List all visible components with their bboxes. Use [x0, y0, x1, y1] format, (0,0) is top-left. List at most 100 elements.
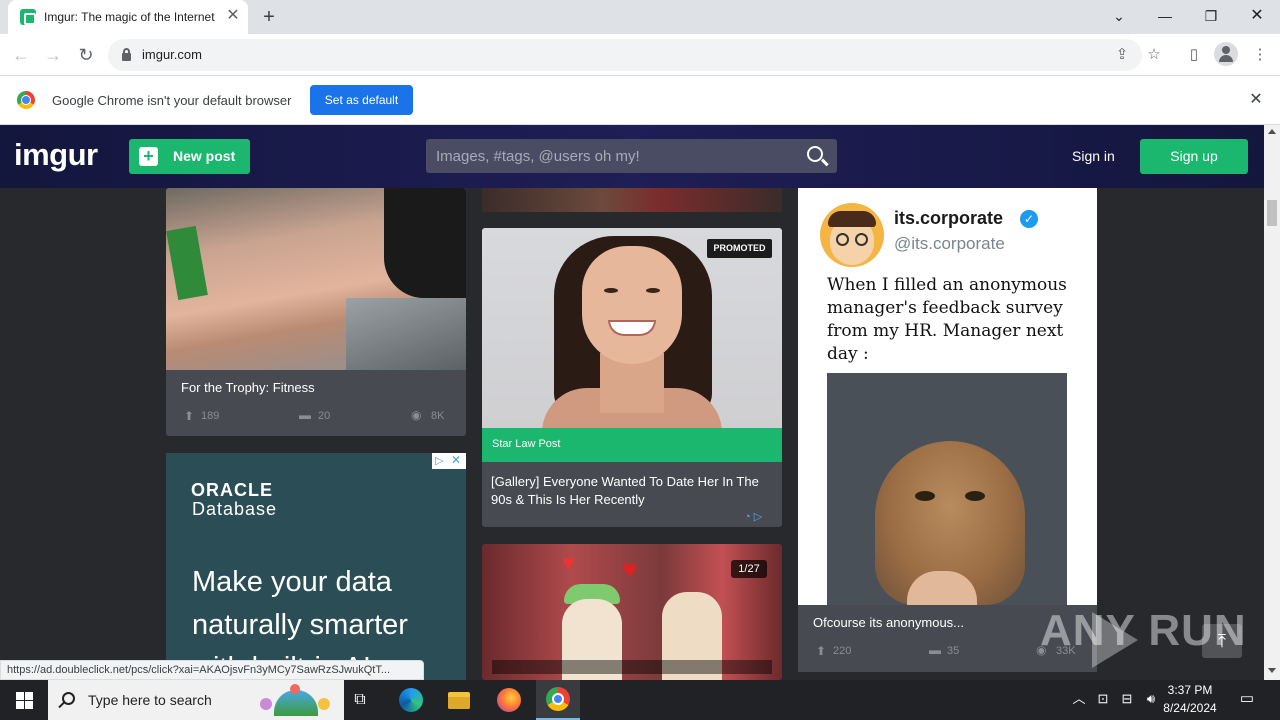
oracle-ad[interactable]: ▷ ✕ ORACLE Database Make your data natur… [166, 453, 466, 684]
sign-in-link[interactable]: Sign in [1072, 148, 1115, 164]
chrome-taskbar-icon[interactable] [536, 680, 580, 720]
sponsor-name[interactable]: Star Law Post [492, 438, 560, 450]
search-placeholder: Images, #tags, @users oh my! [436, 148, 640, 165]
reload-icon[interactable]: ↻ [73, 42, 99, 68]
tray-device-icon[interactable]: ⊡ [1094, 690, 1112, 708]
minimize-button[interactable]: — [1150, 4, 1180, 28]
scroll-down-arrow-icon[interactable] [1268, 668, 1276, 673]
promoted-image[interactable] [482, 228, 782, 433]
video-caption-bar [492, 660, 772, 674]
image-detail [552, 693, 564, 705]
windows-taskbar: Type here to search ⧉ ︿ ⊡ ⊟ 🔊︎ 3:37 PM 8… [0, 680, 1280, 720]
clock-date[interactable]: 8/24/2024 [1160, 701, 1220, 715]
post-image[interactable] [482, 188, 782, 212]
new-post-button[interactable]: + New post [129, 139, 250, 174]
profile-avatar-icon[interactable] [1214, 42, 1238, 66]
address-bar[interactable]: imgur.com [108, 39, 1142, 71]
promoted-title[interactable]: [Gallery] Everyone Wanted To Date Her In… [491, 473, 771, 509]
browser-tab[interactable]: Imgur: The magic of the Internet ✕ [8, 0, 248, 34]
tweet-image[interactable]: its.corporate ✓ @its.corporate When I fi… [798, 188, 1097, 605]
image-detail [608, 320, 656, 336]
scroll-to-top-button[interactable]: ⤒ [1202, 624, 1242, 658]
clock-time[interactable]: 3:37 PM [1160, 683, 1220, 697]
new-post-label: New post [173, 148, 236, 164]
imgur-favicon-icon [20, 9, 36, 25]
scroll-up-arrow-icon[interactable] [1268, 129, 1276, 134]
image-detail [399, 688, 423, 712]
upvote-count: 220 [833, 645, 852, 657]
image-detail [828, 211, 876, 227]
edge-icon[interactable] [390, 684, 430, 716]
tray-chevron-up-icon[interactable]: ︿ [1070, 690, 1088, 708]
menu-kebab-icon[interactable]: ⋮ [1248, 43, 1272, 67]
search-icon[interactable] [807, 146, 823, 162]
new-tab-button[interactable]: + [258, 6, 280, 28]
lock-icon[interactable] [122, 48, 131, 61]
scroll-thumb[interactable] [1267, 200, 1277, 226]
back-arrow-icon[interactable]: ← [8, 42, 34, 68]
post-title[interactable]: Ofcourse its anonymous... [813, 615, 964, 630]
post-card-valentine[interactable]: ♥ ♥ 1/27 [482, 544, 782, 680]
share-icon[interactable]: ⇪ [1110, 43, 1134, 67]
forward-arrow-icon[interactable]: → [40, 42, 66, 68]
file-explorer-icon[interactable] [438, 684, 478, 716]
tab-search-chevron-icon[interactable]: ⌄ [1104, 4, 1134, 28]
image-detail [546, 687, 570, 711]
plus-icon: + [139, 147, 158, 166]
side-panel-icon[interactable]: ▯ [1182, 43, 1206, 67]
sponsor-bar[interactable]: Star Law Post [482, 428, 782, 462]
ad-choices-icon[interactable]: ▷ ✕ [432, 453, 466, 469]
image-detail [384, 188, 466, 298]
notification-icon[interactable]: ▭ [1238, 690, 1256, 708]
post-card-tweet[interactable]: its.corporate ✓ @its.corporate When I fi… [798, 188, 1097, 672]
set-as-default-button[interactable]: Set as default [310, 85, 413, 115]
ad-close-icon[interactable]: ✕ [451, 453, 461, 467]
oracle-product: Database [192, 499, 278, 519]
comment-count: 20 [318, 410, 331, 422]
comment-count: 35 [947, 645, 960, 657]
comment-icon: ▬ [299, 408, 311, 422]
restore-button[interactable]: ❐ [1196, 4, 1226, 28]
image-detail [166, 225, 208, 301]
volume-icon[interactable]: 🔊︎ [1142, 690, 1160, 708]
url-text[interactable]: imgur.com [142, 47, 202, 62]
gallery-counter: 1/27 [731, 560, 767, 578]
image-detail [965, 491, 985, 501]
taskbar-search-box[interactable]: Type here to search [48, 680, 344, 720]
post-card-fitness[interactable]: For the Trophy: Fitness ⬆ 189 ▬ 20 ◉ 8K [166, 188, 466, 436]
chrome-logo-icon [17, 91, 35, 109]
post-title[interactable]: For the Trophy: Fitness [181, 380, 315, 395]
post-card-partial[interactable] [482, 188, 782, 212]
network-icon[interactable]: ⊟ [1118, 690, 1136, 708]
imgur-logo[interactable]: imgur [14, 137, 98, 173]
search-input[interactable]: Images, #tags, @users oh my! [426, 139, 837, 173]
upvote-icon[interactable]: ⬆ [184, 409, 194, 423]
promoted-card[interactable]: PROMOTED Star Law Post [Gallery] Everyon… [482, 228, 782, 527]
views-count: 8K [431, 410, 445, 422]
image-detail [318, 698, 330, 710]
image-detail [646, 288, 660, 293]
tweet-avatar [820, 203, 884, 267]
heart-decoration-icon: ♥ [622, 554, 638, 584]
search-icon [62, 692, 75, 705]
tab-title: Imgur: The magic of the Internet [44, 10, 215, 24]
taskbar-search-text: Type here to search [88, 692, 212, 708]
bookmark-star-icon[interactable]: ☆ [1142, 43, 1166, 67]
image-detail [448, 697, 470, 709]
close-window-button[interactable]: ✕ [1242, 4, 1272, 28]
tweet-text: When I filled an anonymous manager's fee… [827, 275, 1067, 364]
tab-close-icon[interactable]: ✕ [224, 7, 242, 25]
infobar-close-icon[interactable]: ✕ [1246, 90, 1266, 110]
image-detail [260, 698, 272, 710]
page-scrollbar[interactable] [1264, 125, 1280, 680]
upvote-icon[interactable]: ⬆ [816, 644, 826, 658]
task-view-icon[interactable]: ⧉ [340, 684, 380, 716]
image-detail [582, 246, 682, 364]
post-image[interactable] [166, 188, 466, 370]
firefox-icon[interactable] [488, 684, 528, 716]
adchoices-triangle-icon: ▷ [435, 455, 444, 467]
windows-start-icon[interactable] [0, 680, 48, 720]
adchoices-icon[interactable]: ◔ ▷ [744, 510, 772, 524]
sign-up-button[interactable]: Sign up [1140, 139, 1248, 174]
heart-decoration-icon: ♥ [562, 550, 576, 575]
